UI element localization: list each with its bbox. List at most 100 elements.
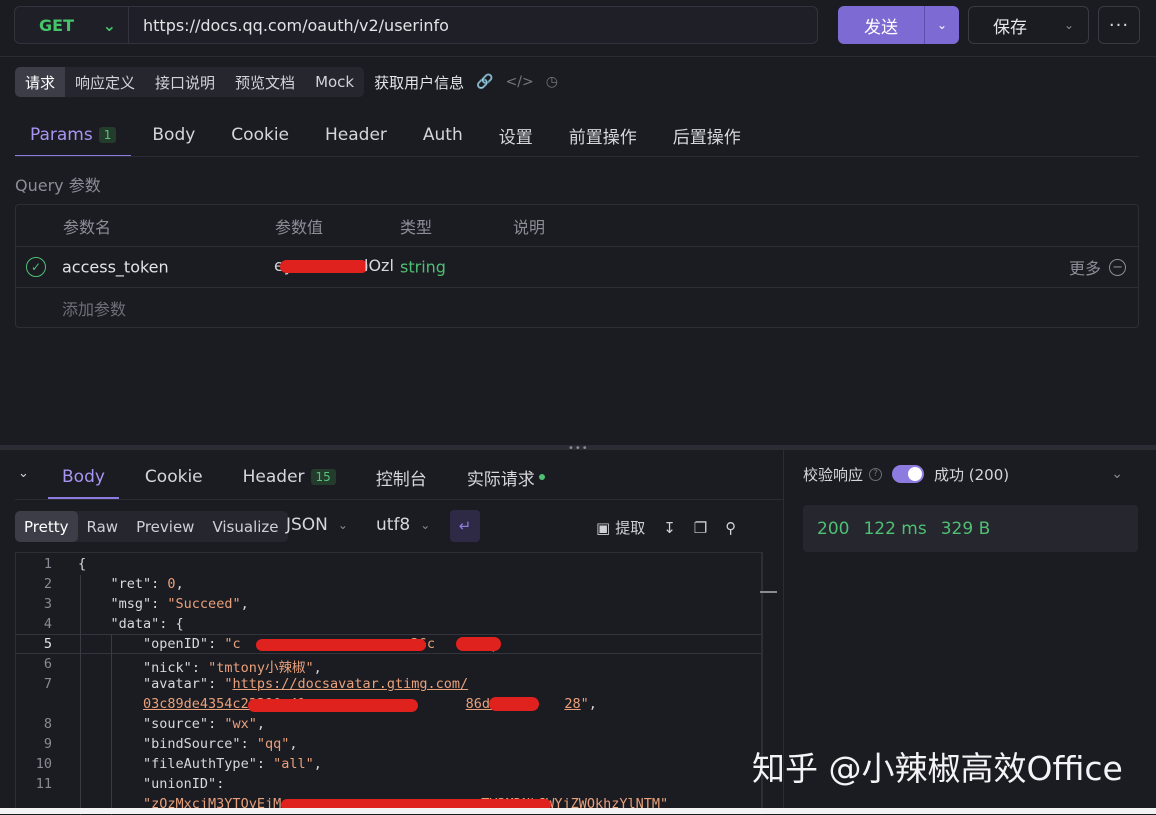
json-value: "qq" — [256, 736, 290, 752]
response-body-editor[interactable]: 1 2 3 4 5 6 7 8 9 10 11 { "ret": 0, "msg… — [15, 552, 777, 815]
tab-params[interactable]: Params 1 — [15, 113, 132, 157]
tab-response-header[interactable]: Header 15 — [229, 455, 350, 499]
send-button[interactable]: 发送 ⌄ — [838, 6, 959, 44]
scrollbar-thumb[interactable] — [760, 591, 777, 593]
add-param-row[interactable]: 添加参数 — [16, 288, 1138, 328]
json-key: "fileAuthType" — [143, 756, 257, 772]
splitter-grip-icon[interactable]: ••• — [568, 443, 589, 454]
json-value: "tmtony小辣椒" — [208, 660, 314, 676]
avatar-link[interactable]: 28 — [564, 696, 580, 712]
watermark: 知乎 @小辣椒高效Office — [752, 749, 1123, 788]
send-dropdown-icon[interactable]: ⌄ — [924, 6, 959, 44]
copy-icon[interactable]: ❐ — [694, 519, 707, 537]
divider — [15, 499, 783, 500]
more-label: 更多 — [1069, 259, 1102, 278]
redaction-mark — [248, 699, 418, 712]
redaction-mark — [489, 697, 539, 711]
search-icon[interactable]: ⚲ — [725, 519, 736, 537]
extract-icon: ▣ — [596, 518, 611, 537]
subtab-request[interactable]: 请求 — [15, 67, 66, 97]
word-wrap-icon[interactable]: ↵ — [450, 510, 480, 542]
tab-cookie[interactable]: Cookie — [216, 113, 304, 157]
subtab-preview-doc[interactable]: 预览文档 — [225, 67, 306, 97]
remove-icon[interactable]: − — [1109, 258, 1127, 276]
extract-button[interactable]: ▣ 提取 — [596, 517, 645, 538]
chevron-down-icon: ⌄ — [420, 518, 431, 532]
code-line: "fileAuthType": "all", — [143, 756, 322, 772]
save-button[interactable]: 保存 ⌄ — [968, 6, 1089, 44]
json-value: "c — [224, 636, 241, 652]
chevron-down-icon[interactable]: ⌄ — [1111, 466, 1123, 482]
validation-toggle[interactable] — [892, 465, 925, 483]
param-type[interactable]: string — [400, 258, 446, 277]
column-header-description: 说明 — [513, 217, 546, 237]
validation-result[interactable]: 成功 (200) — [934, 464, 1009, 485]
tab-console[interactable]: 控制台 — [362, 455, 441, 499]
json-key: "nick" — [143, 660, 192, 676]
code-line: "source": "wx", — [143, 716, 265, 732]
redaction-mark — [456, 637, 501, 651]
response-tabs: Body Cookie Header 15 控制台 实际请求 — [48, 455, 571, 499]
tab-post-operations[interactable]: 后置操作 — [658, 113, 756, 157]
code-line: "msg": "Succeed", — [110, 596, 249, 612]
validation-header: 校验响应 ? 成功 (200) ⌄ — [803, 460, 1139, 488]
tab-body[interactable]: Body — [137, 113, 210, 157]
encoding-select[interactable]: utf8 ⌄ — [376, 515, 430, 535]
tab-response-cookie[interactable]: Cookie — [131, 455, 217, 499]
divider — [15, 156, 1139, 157]
query-params-label: Query 参数 — [15, 176, 101, 195]
redaction-mark — [256, 639, 426, 651]
status-dot-icon — [538, 474, 545, 480]
chevron-down-icon: ⌄ — [1063, 18, 1074, 32]
method-select[interactable]: GET ⌄ — [15, 7, 129, 43]
avatar-link[interactable]: https://docsavatar.gtimg.com/ — [232, 676, 468, 692]
redaction-mark — [280, 260, 368, 273]
url-input[interactable]: https://docs.qq.com/oauth/v2/userinfo — [129, 16, 449, 35]
encoding-label: utf8 — [376, 515, 411, 535]
format-raw[interactable]: Raw — [78, 511, 128, 542]
param-name-field[interactable]: access_token — [62, 258, 169, 277]
link-icon[interactable]: 🔗 — [476, 74, 493, 90]
send-label: 发送 — [864, 17, 898, 38]
format-visualize[interactable]: Visualize — [203, 511, 287, 542]
history-icon[interactable]: ◷ — [546, 74, 558, 90]
line-number: 1 — [43, 556, 52, 572]
bottom-strip — [0, 808, 1156, 814]
code-icon[interactable]: </> — [506, 74, 534, 90]
params-count-badge: 1 — [98, 127, 117, 143]
more-options-button[interactable]: ··· — [1098, 6, 1140, 44]
line-number: 6 — [43, 656, 52, 672]
more-button[interactable]: 更多 − — [1069, 255, 1127, 279]
format-type-select[interactable]: JSON ⌄ — [286, 515, 348, 535]
tab-auth[interactable]: Auth — [408, 113, 478, 157]
tab-actual-request[interactable]: 实际请求 — [453, 455, 559, 499]
param-value-field[interactable]: ey lOzl — [274, 256, 396, 278]
tab-settings[interactable]: 设置 — [484, 113, 548, 157]
code-line: "data": { — [110, 616, 184, 632]
tab-header[interactable]: Header — [310, 113, 402, 157]
json-key: "data" — [110, 616, 160, 632]
subtab-mock[interactable]: Mock — [305, 67, 365, 97]
collapse-chevron-icon[interactable]: ⌄ — [18, 466, 29, 481]
line-number: 5 — [43, 636, 52, 652]
line-number: 9 — [43, 736, 52, 752]
json-value: 0 — [167, 576, 176, 592]
api-name[interactable]: 获取用户信息 — [374, 72, 464, 93]
tab-pre-operations[interactable]: 前置操作 — [554, 113, 652, 157]
subtab-api-description[interactable]: 接口说明 — [145, 67, 226, 97]
line-number: 8 — [43, 716, 52, 732]
help-icon[interactable]: ? — [869, 467, 883, 481]
line-number: 4 — [43, 616, 52, 632]
format-pretty[interactable]: Pretty — [15, 511, 78, 542]
checkmark-icon[interactable]: ✓ — [26, 257, 46, 277]
more-icon: ··· — [1108, 14, 1130, 36]
format-preview[interactable]: Preview — [127, 511, 203, 542]
subtab-response-definition[interactable]: 响应定义 — [65, 67, 146, 97]
json-value: "all" — [273, 756, 314, 772]
response-toolbar: ▣ 提取 ↧ ❐ ⚲ — [596, 517, 736, 538]
code-line: "unionID": — [143, 776, 225, 792]
download-icon[interactable]: ↧ — [663, 519, 676, 537]
tab-response-body[interactable]: Body — [48, 455, 119, 499]
json-key: "msg" — [110, 596, 152, 612]
divider — [0, 56, 1156, 57]
